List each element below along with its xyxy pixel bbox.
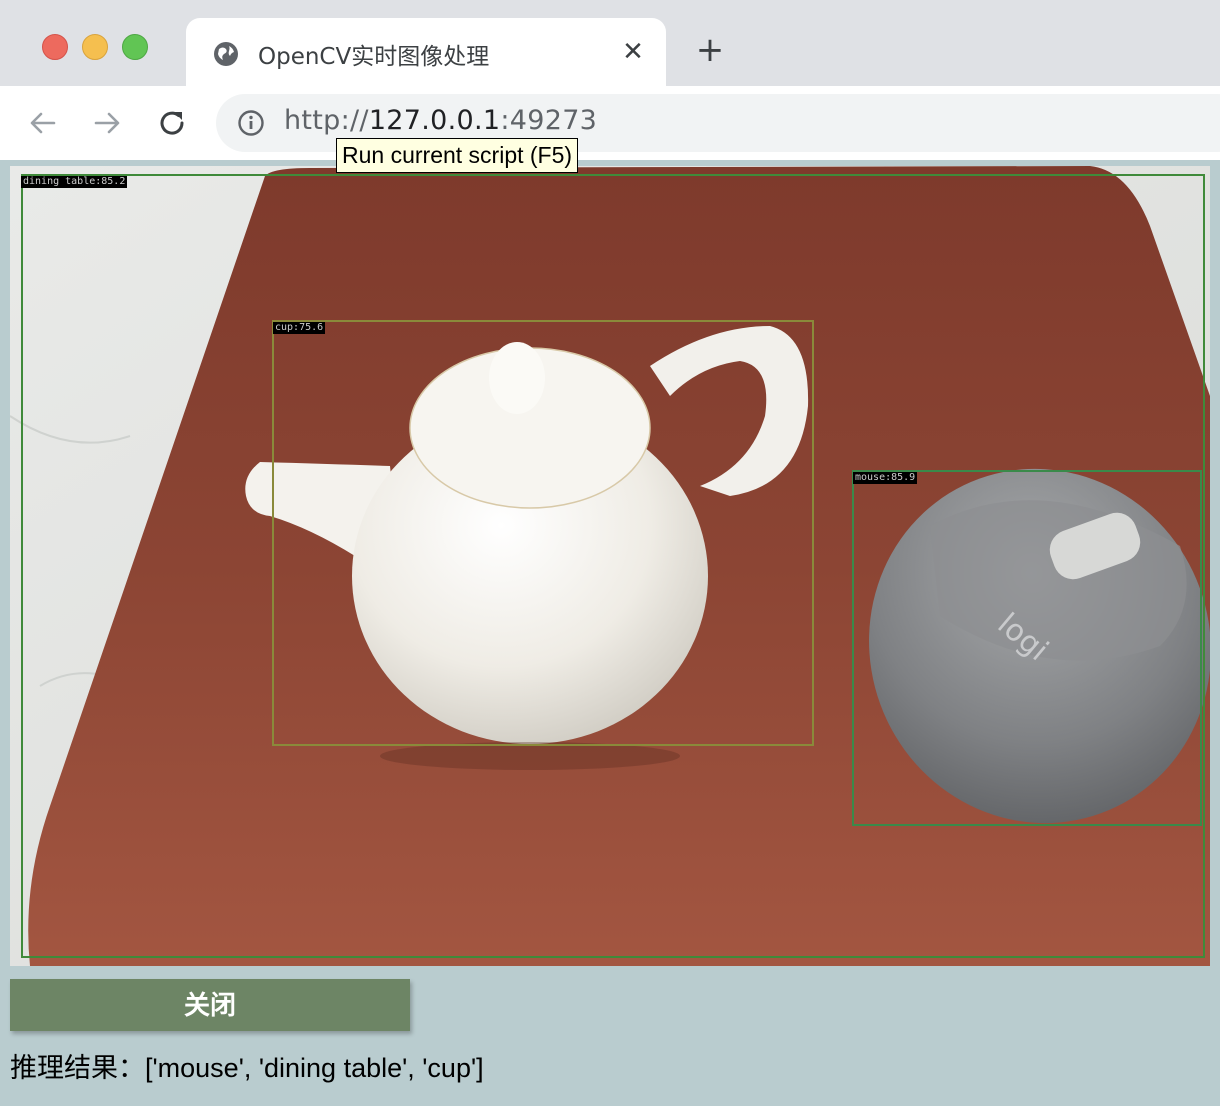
detection-box-cup [272,320,814,746]
maximize-window-button[interactable] [122,34,148,60]
url-port: :49273 [500,105,598,136]
close-window-button[interactable] [42,34,68,60]
url-text: http://127.0.0.1:49273 [284,105,597,136]
inference-result: 推理结果：['mouse', 'dining table', 'cup'] [10,1053,484,1083]
reload-icon[interactable] [155,106,189,140]
detection-box-mouse [852,470,1202,826]
back-arrow-icon[interactable] [26,106,60,140]
globe-icon [214,42,238,66]
url-host: 127.0.0.1 [368,105,501,136]
info-icon[interactable] [236,108,266,138]
detection-label: dining table:85.2 [21,176,128,188]
detection-label: cup:75.6 [273,322,326,334]
detection-image: logi dining table:85.2 cup:75.6 mouse:85… [10,166,1210,966]
close-button[interactable]: 关闭 [10,979,410,1031]
tab-bar: OpenCV实时图像处理 ✕ + [0,0,1220,86]
tab-title: OpenCV实时图像处理 [258,44,490,70]
tooltip: Run current script (F5) [336,138,579,173]
browser-toolbar: http://127.0.0.1:49273 [0,86,1220,160]
detection-label: mouse:85.9 [853,472,918,484]
browser-tab[interactable]: OpenCV实时图像处理 ✕ [186,18,666,86]
minimize-window-button[interactable] [82,34,108,60]
forward-arrow-icon[interactable] [90,106,124,140]
url-scheme: http:// [284,105,369,136]
tab-close-icon[interactable]: ✕ [618,34,648,70]
new-tab-button[interactable]: + [692,32,728,68]
